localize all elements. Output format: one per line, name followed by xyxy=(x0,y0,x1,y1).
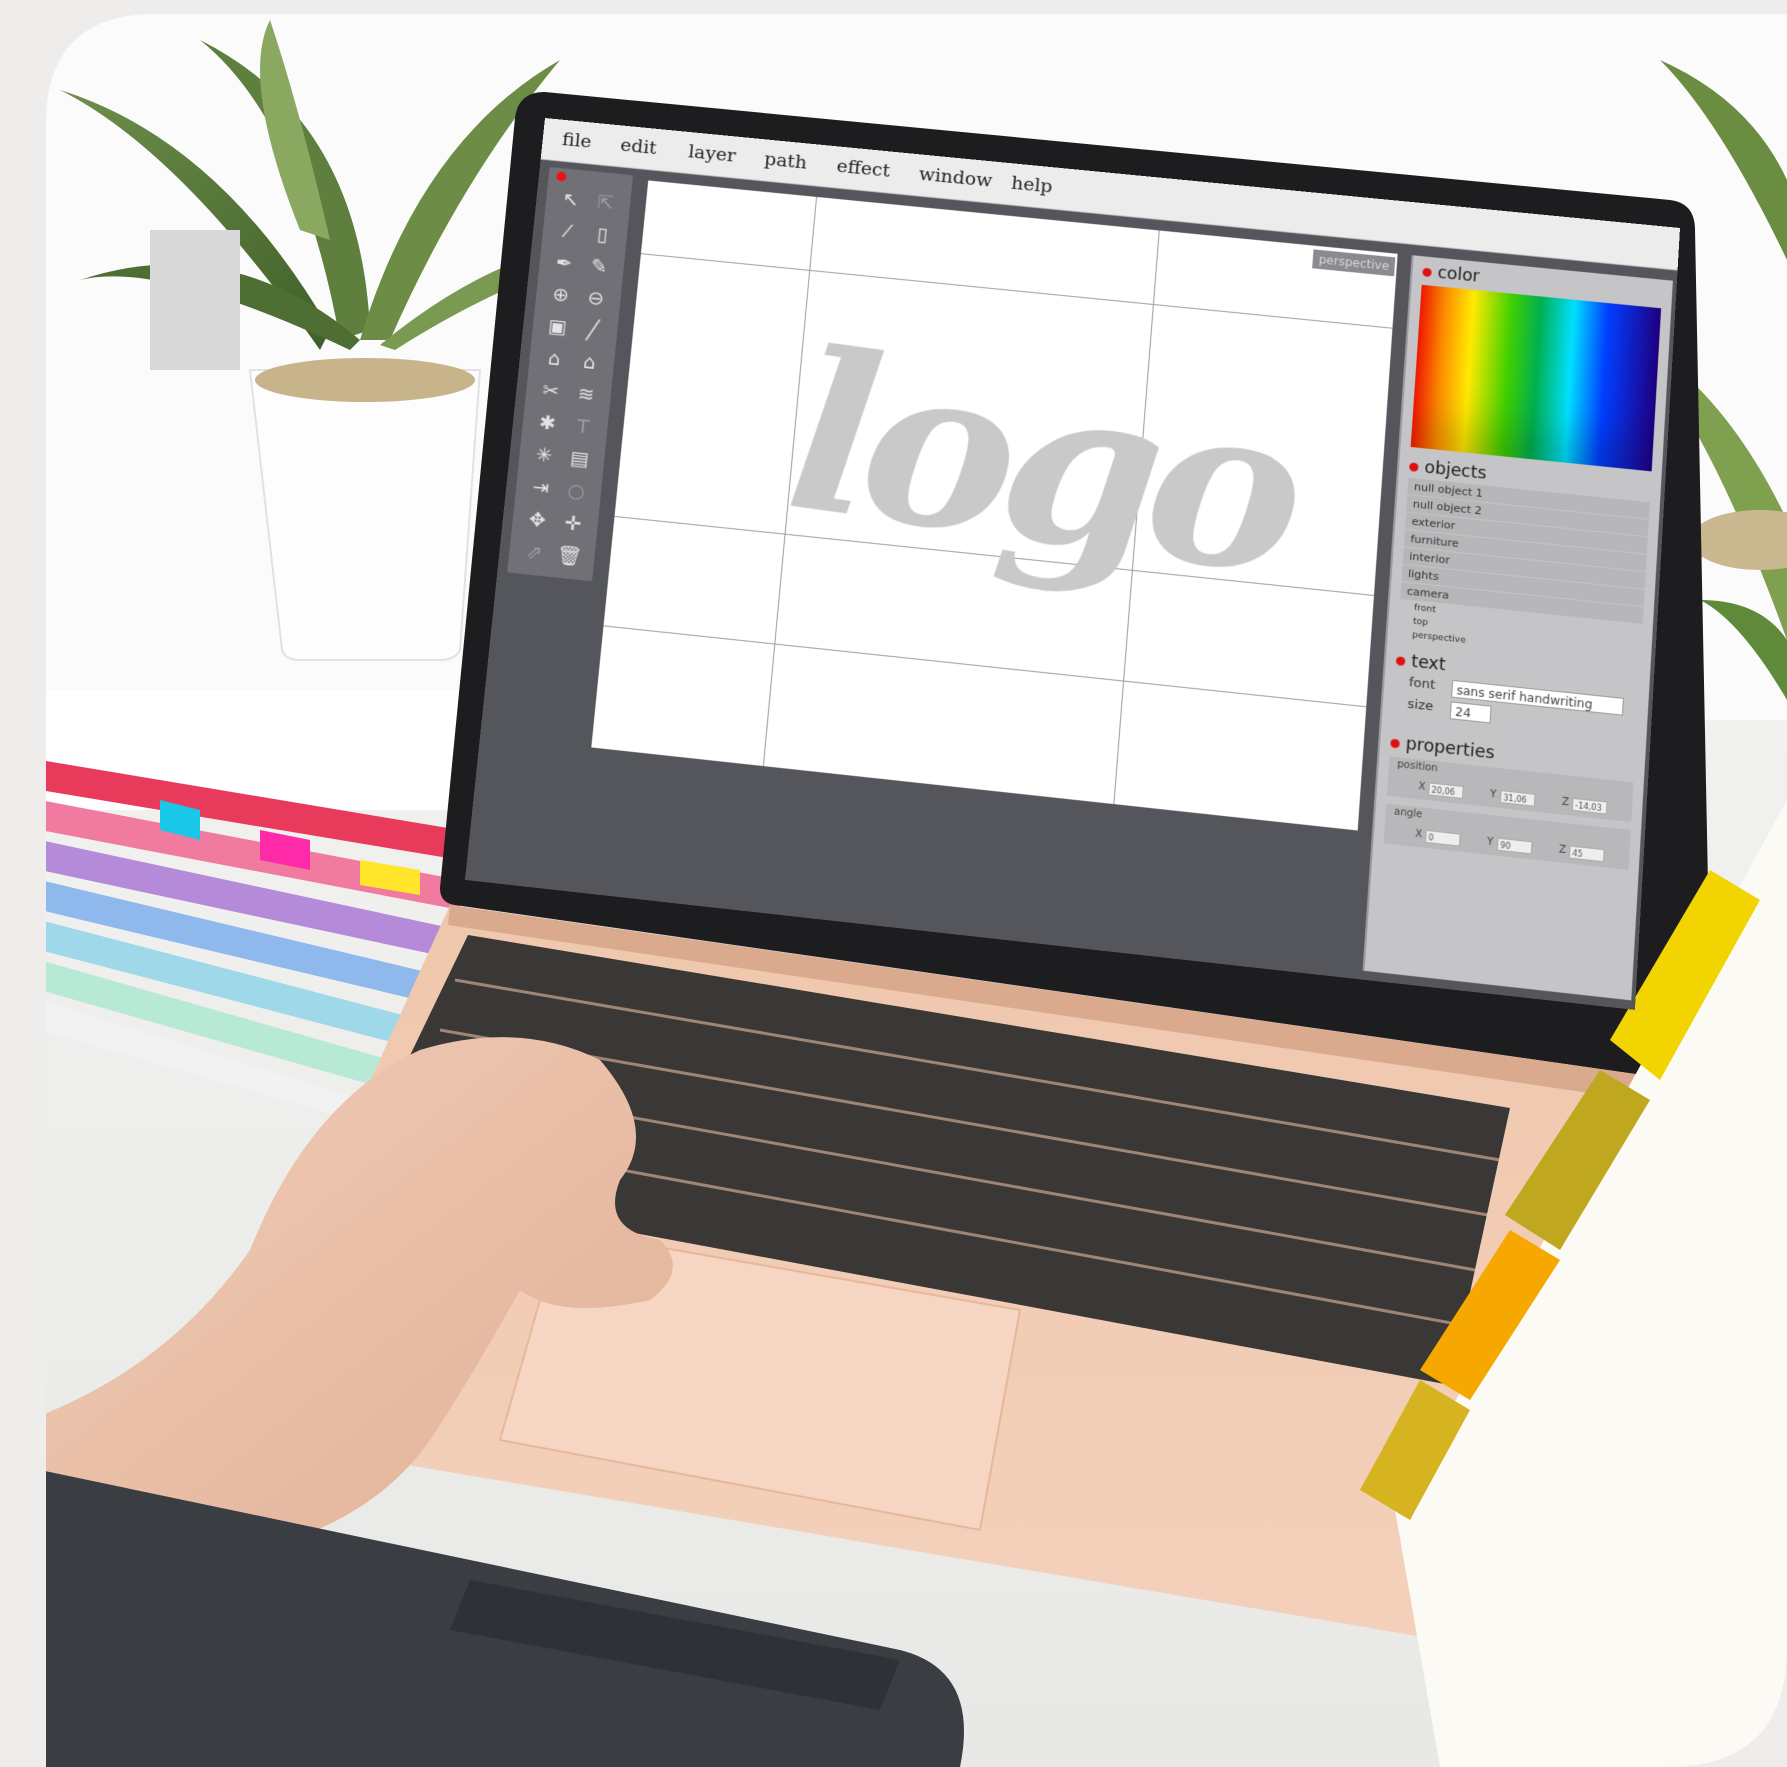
rotate-icon[interactable]: ○ xyxy=(560,476,592,506)
crosshair-icon[interactable]: ✛ xyxy=(557,508,589,538)
position-z-field[interactable]: -14,03 xyxy=(1571,797,1608,815)
size-label: size xyxy=(1406,696,1434,715)
color-panel-title: color xyxy=(1422,262,1480,286)
axis-y-label: Y xyxy=(1489,788,1497,801)
save-icon[interactable]: ▤ xyxy=(564,444,596,474)
axis-y-label: Y xyxy=(1486,836,1494,849)
size-field[interactable]: 24 xyxy=(1449,701,1492,724)
angle-z-field[interactable]: 45 xyxy=(1568,845,1605,863)
grid-line xyxy=(603,625,1367,708)
sparkle-icon[interactable]: ✳ xyxy=(528,440,560,470)
trash-icon[interactable]: 🗑 xyxy=(554,541,586,571)
axis-x-label: X xyxy=(1414,828,1423,841)
logo-artwork[interactable]: logo xyxy=(776,302,1303,627)
text-icon[interactable]: T xyxy=(567,411,599,441)
position-x-field[interactable]: 20,06 xyxy=(1428,782,1464,799)
brush-icon[interactable]: ⁄ xyxy=(552,216,584,245)
design-app-screen: file edit layer path effect window help … xyxy=(464,118,1680,1010)
artboard-canvas[interactable]: logo xyxy=(591,180,1398,831)
grid-line xyxy=(640,253,1393,329)
home-filled-icon[interactable]: ⌂ xyxy=(573,347,605,376)
menu-path[interactable]: path xyxy=(763,149,807,174)
menu-edit[interactable]: edit xyxy=(619,135,657,159)
menu-layer[interactable]: layer xyxy=(687,141,736,166)
page-icon[interactable]: ▯ xyxy=(587,220,619,249)
gear-icon[interactable]: ✱ xyxy=(532,408,564,438)
move-icon[interactable]: ✥ xyxy=(521,505,553,535)
tool-palette-indicator xyxy=(556,171,567,182)
pen-icon[interactable]: ✒ xyxy=(548,248,580,277)
home-outline-icon[interactable]: ⌂ xyxy=(538,344,570,373)
export-icon[interactable]: ⇥ xyxy=(525,472,557,502)
position-y-field[interactable]: 31,06 xyxy=(1499,790,1536,807)
zoom-in-icon[interactable]: ⊕ xyxy=(545,280,577,309)
select-arrow-icon[interactable]: ↖ xyxy=(555,185,587,214)
axis-x-label: X xyxy=(1417,781,1426,793)
lock-icon[interactable]: ▣ xyxy=(542,312,574,341)
font-label: font xyxy=(1408,675,1436,693)
layers-icon[interactable]: ≋ xyxy=(570,379,602,408)
angle-x-field[interactable]: 0 xyxy=(1424,829,1461,847)
menu-window[interactable]: window xyxy=(918,164,993,192)
line-icon[interactable]: ╱ xyxy=(577,315,609,344)
scissors-icon[interactable]: ✂ xyxy=(535,376,567,405)
menu-file[interactable]: file xyxy=(561,129,592,152)
color-spectrum-picker[interactable] xyxy=(1410,284,1662,472)
menu-effect[interactable]: effect xyxy=(836,156,891,182)
zoom-out-icon[interactable]: ⊖ xyxy=(580,283,612,312)
share-icon[interactable]: ⇗ xyxy=(518,537,550,567)
axis-z-label: Z xyxy=(1558,844,1567,857)
axis-z-label: Z xyxy=(1561,796,1570,809)
angle-y-field[interactable]: 90 xyxy=(1496,837,1533,855)
menu-help[interactable]: help xyxy=(1010,173,1053,198)
properties-sidebar: color objects null object 1 null object … xyxy=(1362,255,1673,1001)
pencil-icon[interactable]: ✎ xyxy=(583,251,615,280)
text-panel-title: text xyxy=(1395,650,1446,675)
direct-select-icon[interactable]: ⇱ xyxy=(590,188,622,217)
